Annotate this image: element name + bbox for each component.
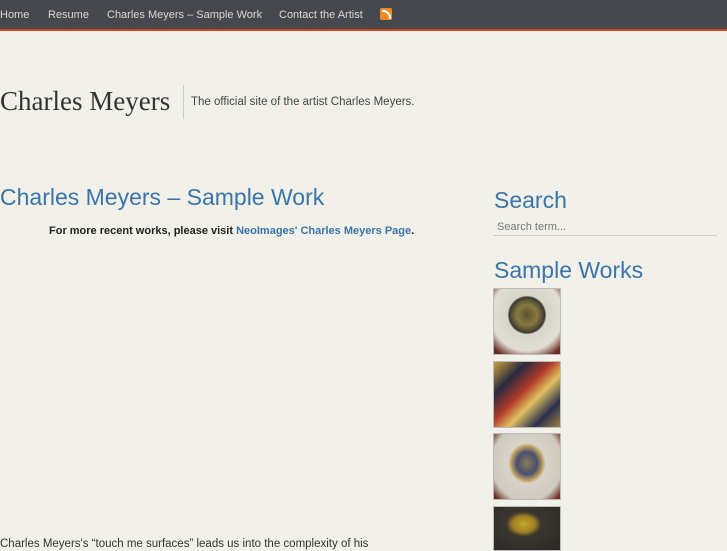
search-input[interactable]: [493, 219, 717, 236]
notice-suffix: .: [411, 225, 415, 237]
nav-sample-work[interactable]: Charles Meyers – Sample Work: [107, 9, 262, 21]
post-title: Charles Meyers – Sample Work: [0, 184, 325, 210]
header-divider: [183, 85, 184, 119]
sample-work-thumbnail[interactable]: [493, 433, 561, 500]
site-title[interactable]: Charles Meyers: [0, 86, 170, 117]
post-body: Charles Meyers's “touch me surfaces” lea…: [0, 538, 369, 550]
sample-work-thumbnail[interactable]: [493, 506, 561, 551]
neoimages-link[interactable]: NeoImages' Charles Meyers Page: [236, 225, 411, 237]
rss-icon[interactable]: [380, 8, 392, 20]
search-widget-title: Search: [494, 187, 567, 213]
nav-home[interactable]: Home: [0, 9, 29, 21]
site-tagline: The official site of the artist Charles …: [191, 96, 415, 108]
sample-works-title: Sample Works: [494, 257, 644, 283]
sample-work-thumbnail[interactable]: [493, 361, 561, 428]
sample-work-thumbnail[interactable]: [493, 288, 561, 355]
top-nav: Home Resume Charles Meyers – Sample Work…: [0, 0, 727, 31]
notice-text: For more recent works, please visit: [49, 225, 237, 237]
nav-resume[interactable]: Resume: [48, 9, 89, 21]
nav-contact[interactable]: Contact the Artist: [279, 9, 363, 21]
post-notice: For more recent works, please visit NeoI…: [49, 225, 414, 237]
